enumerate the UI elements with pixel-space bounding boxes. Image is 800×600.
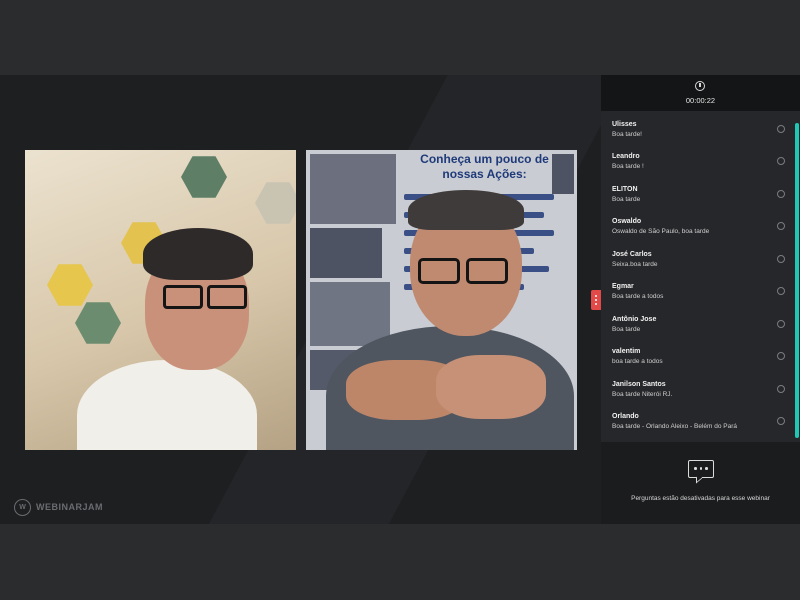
message-status-icon[interactable] — [777, 385, 785, 393]
chat-author: Leandro — [612, 153, 640, 160]
chat-bubble-dot — [694, 467, 697, 470]
chat-text: Boa tarde a todos — [612, 293, 664, 300]
chat-message: José Carlos Seixa.boa tarde — [612, 251, 787, 275]
chat-bubble-dot — [699, 467, 702, 470]
chat-bubble-dot — [705, 467, 708, 470]
chat-author: Orlando — [612, 413, 639, 420]
guest-hair — [408, 190, 524, 230]
chat-author: Oswaldo — [612, 218, 642, 225]
guest-glasses — [418, 258, 460, 284]
timer: 00:00:22 — [601, 75, 800, 111]
chat-message: Antônio Jose Boa tarde — [612, 316, 787, 340]
poster-heading: Conheça um pouco de nossas Ações: — [420, 152, 549, 181]
chat-message: Janilson Santos Boa tarde Niterói RJ. — [612, 381, 787, 405]
chat-bubble-icon — [688, 460, 714, 478]
message-status-icon[interactable] — [777, 287, 785, 295]
bottom-bar — [0, 524, 800, 600]
chat-text: boa tarde a todos — [612, 358, 663, 365]
chat-text: Oswaldo de São Paulo, boa tarde — [612, 228, 710, 235]
message-status-icon[interactable] — [777, 417, 785, 425]
chat-list[interactable]: Ulisses Boa tarde! Leandro Boa tarde ! E… — [601, 111, 800, 442]
top-bar — [0, 0, 800, 75]
chat-author: Egmar — [612, 283, 634, 290]
message-status-icon[interactable] — [777, 320, 785, 328]
chat-author: Antônio Jose — [612, 316, 657, 323]
poster-photo — [310, 282, 390, 346]
chat-author: Janilson Santos — [612, 381, 666, 388]
message-status-icon[interactable] — [777, 255, 785, 263]
video-feed-host — [25, 150, 296, 450]
guest-glasses — [466, 258, 508, 284]
message-status-icon[interactable] — [777, 352, 785, 360]
chat-message: valentim boa tarde a todos — [612, 348, 787, 372]
message-status-icon[interactable] — [777, 190, 785, 198]
more-vertical-icon — [595, 303, 597, 305]
poster-photo — [552, 154, 574, 194]
chat-message: Ulisses Boa tarde! — [612, 121, 787, 145]
side-panel: 00:00:22 Ulisses Boa tarde! Leandro Boa … — [601, 75, 800, 524]
questions-section: Perguntas estão desativadas para esse we… — [601, 442, 800, 524]
chat-author: Ulisses — [612, 121, 637, 128]
questions-disabled-message: Perguntas estão desativadas para esse we… — [631, 495, 770, 502]
guest-hands — [436, 355, 546, 419]
timer-elapsed: 00:00:22 — [685, 96, 716, 105]
video-stage: Conheça um pouco de nossas Ações: — [0, 75, 601, 524]
more-vertical-icon — [595, 299, 597, 301]
chat-text: Boa tarde — [612, 196, 641, 203]
chat-message: Orlando Boa tarde - Orlando Aleixo - Bel… — [612, 413, 787, 437]
chat-text: Boa tarde! — [612, 131, 642, 138]
chat-message: ELITON Boa tarde — [612, 186, 787, 210]
host-glasses — [163, 285, 203, 309]
logo-text: WEBINARJAM — [36, 502, 103, 512]
message-status-icon[interactable] — [777, 125, 785, 133]
webinarjam-logo-icon: W — [14, 499, 31, 516]
chat-message: Egmar Boa tarde a todos — [612, 283, 787, 307]
chat-author: ELITON — [612, 186, 638, 193]
host-hair — [143, 228, 253, 280]
chat-text: Seixa.boa tarde — [612, 261, 658, 268]
clock-icon — [695, 81, 705, 91]
poster-photo — [310, 154, 396, 224]
chat-author: valentim — [612, 348, 641, 355]
chat-text: Boa tarde Niterói RJ. — [612, 391, 673, 398]
chat-text: Boa tarde — [612, 326, 641, 333]
chat-text: Boa tarde - Orlando Aleixo - Belém do Pa… — [612, 423, 738, 430]
panel-toggle-button[interactable] — [591, 290, 601, 310]
chat-author: José Carlos — [612, 251, 652, 258]
chat-message: Oswaldo Oswaldo de São Paulo, boa tarde — [612, 218, 787, 242]
chat-message: Leandro Boa tarde ! — [612, 153, 787, 177]
message-status-icon[interactable] — [777, 222, 785, 230]
video-feed-guest: Conheça um pouco de nossas Ações: — [306, 150, 577, 450]
more-vertical-icon — [595, 295, 597, 297]
message-status-icon[interactable] — [777, 157, 785, 165]
chat-text: Boa tarde ! — [612, 163, 644, 170]
host-glasses — [207, 285, 247, 309]
poster-photo — [310, 228, 382, 278]
chat-scrollbar[interactable] — [795, 123, 799, 438]
